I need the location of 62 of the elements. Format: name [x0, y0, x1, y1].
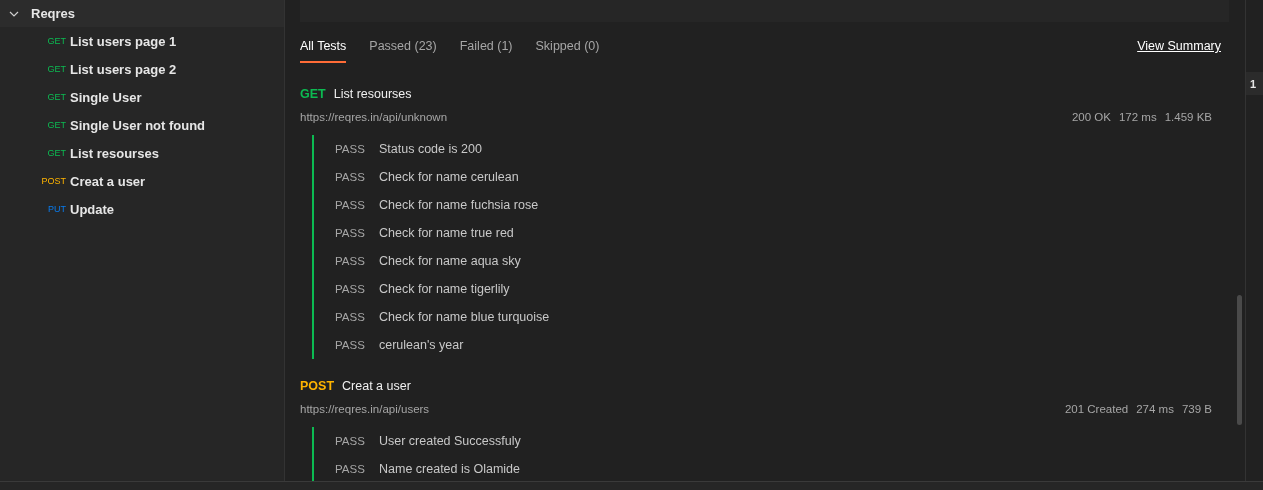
test-status: PASS	[335, 463, 366, 475]
request-name: Update	[70, 201, 115, 217]
request-item[interactable]: PUT Update	[0, 195, 284, 223]
request-name: Single User	[70, 89, 142, 105]
filter-tab[interactable]: All Tests	[300, 39, 347, 63]
response-size: 739 B	[1181, 403, 1212, 415]
collection-name: Reqres	[31, 6, 76, 21]
test-status: PASS	[335, 311, 366, 323]
method-label: GET	[300, 87, 326, 101]
gutter-tab[interactable]: 1	[1246, 72, 1263, 95]
request-name: List users page 1	[70, 33, 177, 49]
test-name: Check for name tigerlily	[379, 282, 510, 296]
response-time: 274 ms	[1136, 403, 1174, 415]
test-name: Status code is 200	[379, 142, 482, 156]
response-status: 201 Created	[1064, 403, 1129, 415]
request-name: Single User not found	[70, 117, 206, 133]
response-status: 200 OK	[1071, 111, 1111, 123]
request-url: https://reqres.in/api/users	[300, 403, 430, 415]
test-status: PASS	[335, 171, 366, 183]
method-label: GET	[46, 92, 66, 102]
request-item[interactable]: GET Single User not found	[0, 111, 284, 139]
request-name: List resourses	[70, 145, 159, 161]
view-summary-link[interactable]: View Summary	[1137, 39, 1221, 53]
scrollbar-thumb[interactable]	[1237, 295, 1242, 425]
test-name: Name created is Olamide	[379, 462, 521, 476]
test-name: Check for name fuchsia rose	[379, 198, 539, 212]
method-label: PUT	[47, 204, 66, 214]
filter-tab[interactable]: Failed (1)	[459, 39, 513, 63]
method-label: POST	[40, 176, 66, 186]
test-status: PASS	[335, 339, 366, 351]
request-item[interactable]: POST Creat a user	[0, 167, 284, 195]
test-name: Check for name true red	[379, 226, 514, 240]
collection-header[interactable]: Reqres	[0, 0, 284, 27]
request-item[interactable]: GET List resourses	[0, 139, 284, 167]
method-label: GET	[46, 64, 66, 74]
test-name: Check for name blue turquoise	[379, 310, 550, 324]
test-name: Check for name cerulean	[379, 170, 519, 184]
filter-tab[interactable]: Passed (23)	[369, 39, 437, 63]
test-name: User created Successfuly	[379, 434, 521, 448]
request-name: List users page 2	[70, 61, 177, 77]
method-label: POST	[300, 379, 335, 393]
filter-tab[interactable]: Skipped (0)	[535, 39, 600, 63]
request-name: Creat a user	[70, 173, 146, 189]
method-label: GET	[46, 148, 66, 158]
request-name: List resourses	[333, 87, 412, 101]
request-item[interactable]: GET List users page 2	[0, 55, 284, 83]
request-item[interactable]: GET Single User	[0, 83, 284, 111]
test-name: cerulean's year	[379, 338, 464, 352]
response-time: 172 ms	[1118, 111, 1157, 123]
request-item[interactable]: GET List users page 1	[0, 27, 284, 55]
test-name: Check for name aqua sky	[379, 254, 521, 268]
test-status: PASS	[335, 255, 366, 267]
response-size: 1.459 KB	[1164, 111, 1212, 123]
test-status: PASS	[335, 199, 366, 211]
test-status: PASS	[335, 227, 366, 239]
test-status: PASS	[335, 143, 366, 155]
request-url: https://reqres.in/api/unknown	[300, 111, 448, 123]
method-label: GET	[46, 120, 66, 130]
request-name: Creat a user	[342, 379, 411, 393]
test-status: PASS	[335, 435, 366, 447]
method-label: GET	[46, 36, 66, 46]
test-status: PASS	[335, 283, 366, 295]
